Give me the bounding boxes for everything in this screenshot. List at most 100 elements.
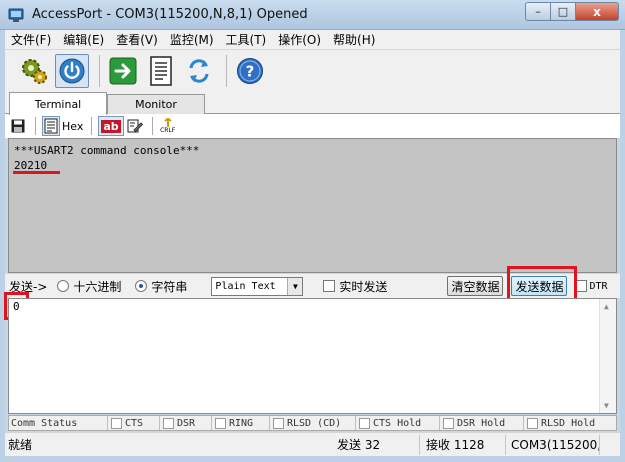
svg-text:?: ? xyxy=(246,63,255,81)
dtr-checkbox[interactable] xyxy=(575,280,588,292)
status-indicator xyxy=(215,417,226,429)
format-select-value: Plain Text xyxy=(215,280,276,292)
menu-operate[interactable]: 操作(O) xyxy=(272,31,327,48)
realtime-checkbox[interactable] xyxy=(323,280,336,292)
edit-button[interactable] xyxy=(126,116,144,136)
pencil-page-icon xyxy=(127,119,143,133)
status-label: RLSD Hold xyxy=(541,417,596,429)
log-button[interactable] xyxy=(144,54,178,88)
menu-help[interactable]: 帮助(H) xyxy=(327,31,381,48)
radio-button-selected[interactable] xyxy=(135,280,148,292)
help-button[interactable]: ? xyxy=(233,54,267,88)
status-bar: 就绪 发送 32 接收 1128 COM3(115200,N,8,1) xyxy=(5,432,620,456)
settings-button[interactable] xyxy=(17,54,51,88)
terminal-line: 20210 xyxy=(14,159,48,172)
minimize-button[interactable]: – xyxy=(525,2,551,21)
dtr-label: DTR xyxy=(589,280,608,292)
terminal-line: ***USART2 command console*** xyxy=(14,144,200,157)
status-label: CTS xyxy=(125,417,144,429)
crlf-label: CRLF xyxy=(160,127,176,134)
toolbar-separator xyxy=(226,55,227,87)
terminal-output[interactable]: ***USART2 command console*** 20210 xyxy=(8,138,617,273)
window-controls: – □ x xyxy=(525,2,619,22)
comm-status-bar: Comm Status CTS DSR RING RLSD (CD) CTS H… xyxy=(8,415,617,431)
hex-radio[interactable]: 十六进制 xyxy=(57,278,121,295)
string-radio-label: 字符串 xyxy=(151,279,188,294)
status-state: 就绪 xyxy=(8,438,33,452)
realtime-label: 实时发送 xyxy=(339,279,388,294)
ab-format-button[interactable]: ab xyxy=(98,116,124,136)
menu-view[interactable]: 查看(V) xyxy=(110,31,164,48)
app-icon xyxy=(8,8,24,22)
scroll-up-icon[interactable]: ▲ xyxy=(604,302,609,311)
document-icon xyxy=(150,56,172,86)
toolbar-separator xyxy=(91,117,93,135)
close-button[interactable]: x xyxy=(576,2,619,21)
save-button[interactable] xyxy=(9,116,27,136)
text-page-icon xyxy=(44,118,58,134)
resize-grip[interactable] xyxy=(599,434,619,455)
text-view-button[interactable] xyxy=(42,116,60,136)
hex-view-button[interactable]: Hex xyxy=(62,116,83,136)
tab-terminal[interactable]: Terminal xyxy=(9,92,107,115)
status-port: COM3(115200,N,8,1) xyxy=(505,434,599,455)
status-indicator xyxy=(527,417,538,429)
maximize-button[interactable]: □ xyxy=(551,2,576,21)
status-indicator xyxy=(273,417,284,429)
scroll-down-icon[interactable]: ▼ xyxy=(604,401,609,410)
toolbar-separator xyxy=(35,117,36,135)
terminal-toolbar: Hex ab CRLF xyxy=(5,114,620,138)
string-radio[interactable]: 字符串 xyxy=(135,278,187,295)
toolbar-separator xyxy=(99,55,100,87)
status-sent: 发送 32 xyxy=(337,438,381,452)
ab-label: ab xyxy=(101,119,121,133)
open-port-button[interactable] xyxy=(55,54,89,88)
tab-monitor[interactable]: Monitor xyxy=(107,94,205,114)
hex-radio-label: 十六进制 xyxy=(73,279,122,294)
power-icon xyxy=(59,58,85,84)
status-received: 接收 1128 xyxy=(419,434,505,455)
status-rlsd-hold: RLSD Hold xyxy=(523,416,616,430)
status-label: RLSD (CD) xyxy=(287,417,342,429)
crlf-button[interactable]: CRLF xyxy=(159,116,177,136)
title-bar: AccessPort - COM3(115200,N,8,1) Opened –… xyxy=(0,0,625,30)
menu-monitor[interactable]: 监控(M) xyxy=(164,31,220,48)
tab-strip: Terminal Monitor xyxy=(5,92,620,115)
gear-settings-icon xyxy=(22,59,47,84)
window-frame-right xyxy=(620,30,625,462)
annotation-underline xyxy=(13,171,60,174)
send-input-area[interactable]: 0 ▲ ▼ xyxy=(8,298,617,414)
arrow-right-icon xyxy=(109,57,137,85)
menu-tools[interactable]: 工具(T) xyxy=(220,31,273,48)
status-indicator xyxy=(443,417,454,429)
refresh-arrows-icon xyxy=(189,59,209,83)
menu-file[interactable]: 文件(F) xyxy=(5,31,57,48)
status-cts: CTS xyxy=(107,416,159,430)
status-indicator xyxy=(163,417,174,429)
comm-status-title: Comm Status xyxy=(11,417,78,429)
radio-button[interactable] xyxy=(57,280,70,292)
status-dsr: DSR xyxy=(159,416,211,430)
status-indicator xyxy=(359,417,370,429)
refresh-button[interactable] xyxy=(182,54,216,88)
toolbar-separator xyxy=(151,117,153,135)
send-input-value: 0 xyxy=(13,300,20,313)
status-ring: RING xyxy=(211,416,269,430)
status-cts-hold: CTS Hold xyxy=(355,416,439,430)
clear-data-button[interactable]: 清空数据 xyxy=(447,276,504,296)
chevron-down-icon: ▼ xyxy=(287,277,303,295)
status-dsr-hold: DSR Hold xyxy=(439,416,523,430)
menu-edit[interactable]: 编辑(E) xyxy=(57,31,110,48)
status-label: DSR xyxy=(177,417,196,429)
status-label: CTS Hold xyxy=(373,417,422,429)
status-rlsd: RLSD (CD) xyxy=(269,416,355,430)
window-title: AccessPort - COM3(115200,N,8,1) Opened xyxy=(32,7,308,22)
floppy-disk-icon xyxy=(11,119,25,133)
status-label: RING xyxy=(229,417,254,429)
status-label: DSR Hold xyxy=(457,417,506,429)
send-file-button[interactable] xyxy=(106,54,140,88)
format-select[interactable]: Plain Text ▼ xyxy=(211,276,304,296)
status-indicator xyxy=(111,417,122,429)
input-scrollbar[interactable]: ▲ ▼ xyxy=(599,299,616,413)
main-toolbar: ? xyxy=(5,50,620,92)
